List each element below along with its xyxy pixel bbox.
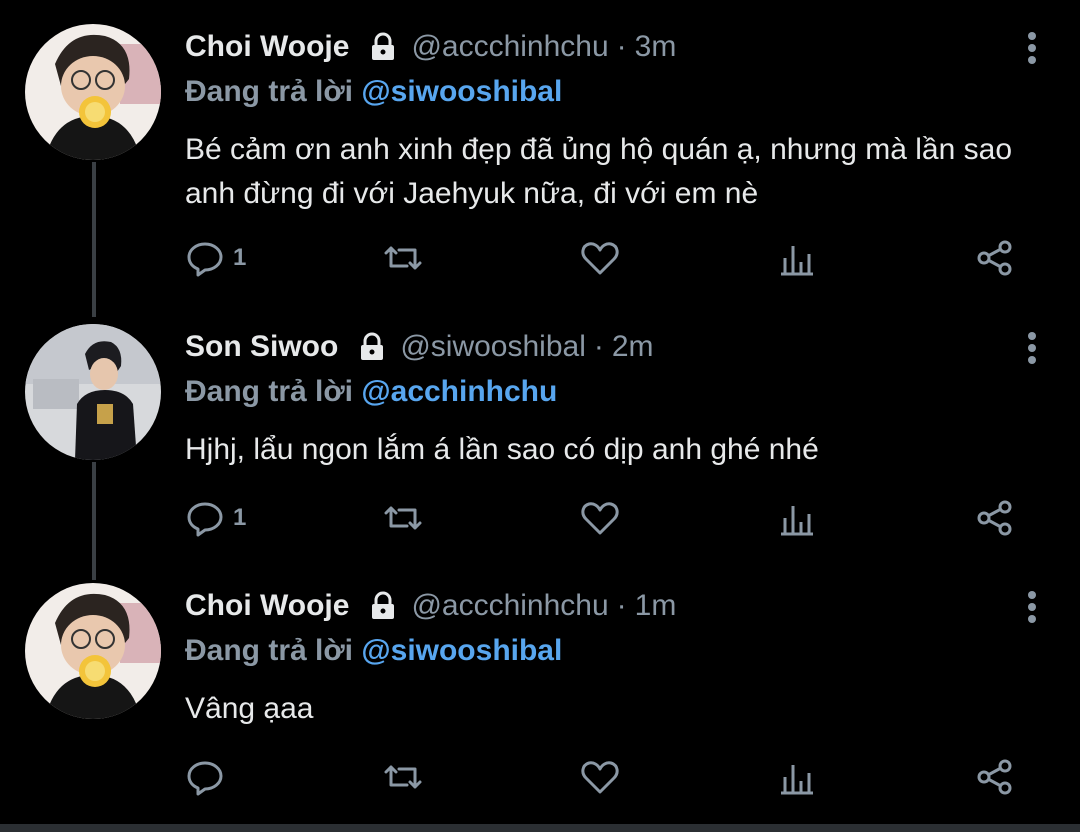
- user-handle[interactable]: @accchinhchu: [411, 30, 608, 64]
- avatar-photo-icon: [25, 324, 161, 460]
- user-handle[interactable]: @accchinhchu: [411, 589, 608, 623]
- like-button[interactable]: [580, 236, 620, 280]
- lock-icon: [361, 332, 384, 360]
- views-icon: [781, 246, 813, 276]
- share-button[interactable]: [975, 236, 1015, 280]
- reply-count: 1: [233, 244, 247, 271]
- lock-icon: [372, 591, 395, 619]
- reply-button[interactable]: 1: [185, 236, 246, 280]
- retweet-icon: [384, 506, 422, 530]
- like-button[interactable]: [580, 496, 620, 540]
- display-name[interactable]: Choi Wooje: [185, 589, 349, 623]
- views-icon: [781, 506, 813, 536]
- like-icon: [581, 242, 619, 275]
- action-bar: 1: [185, 236, 1030, 280]
- more-vertical-icon[interactable]: [1020, 28, 1044, 68]
- reply-mention-link[interactable]: @siwooshibal: [361, 634, 562, 667]
- reply-icon: [187, 761, 223, 796]
- share-button[interactable]: [975, 755, 1015, 799]
- tweet[interactable]: Choi Wooje @accchinhchu · 1m Đang trả lờ…: [0, 583, 1080, 813]
- replying-to-label: Đang trả lời: [185, 634, 354, 667]
- like-icon: [581, 761, 619, 794]
- retweet-button[interactable]: [383, 236, 423, 280]
- retweet-icon: [384, 246, 422, 270]
- separator: ·: [593, 330, 604, 363]
- reply-icon: [187, 242, 223, 277]
- tweet-header: Choi Wooje @accchinhchu · 3m: [185, 24, 1040, 70]
- timestamp[interactable]: 1m: [635, 589, 677, 623]
- avatar[interactable]: [25, 583, 161, 719]
- tweet-text: Bé cảm ơn anh xinh đẹp đã ủng hộ quán ạ,…: [185, 133, 1013, 210]
- more-vertical-icon[interactable]: [1020, 328, 1044, 368]
- timestamp[interactable]: 3m: [635, 30, 677, 64]
- bottom-divider: [0, 824, 1080, 832]
- reply-count: 1: [233, 504, 247, 531]
- replying-to: Đang trả lời @acchinhchu: [185, 370, 1040, 414]
- share-button[interactable]: [975, 496, 1015, 540]
- share-icon: [977, 759, 1012, 795]
- avatar-photo-icon: [25, 24, 161, 160]
- tweet-header: Choi Wooje @accchinhchu · 1m: [185, 583, 1040, 629]
- views-button[interactable]: [777, 496, 817, 540]
- tweet-text: Hjhj, lẩu ngon lắm á lần sao có dịp anh …: [185, 433, 819, 466]
- avatar[interactable]: [25, 24, 161, 160]
- more-vertical-icon[interactable]: [1020, 587, 1044, 627]
- views-button[interactable]: [777, 755, 817, 799]
- like-icon: [581, 502, 619, 535]
- share-icon: [977, 500, 1012, 536]
- like-button[interactable]: [580, 755, 620, 799]
- reply-mention-link[interactable]: @acchinhchu: [361, 375, 557, 408]
- replying-to: Đang trả lời @siwooshibal: [185, 629, 1040, 673]
- avatar[interactable]: [25, 324, 161, 460]
- tweet[interactable]: Son Siwoo @siwooshibal · 2m Đang trả lời…: [0, 324, 1080, 554]
- tweet-header: Son Siwoo @siwooshibal · 2m: [185, 324, 1040, 370]
- timestamp[interactable]: 2m: [612, 330, 654, 364]
- lock-icon: [372, 32, 395, 60]
- replying-to: Đang trả lời @siwooshibal: [185, 70, 1040, 114]
- reply-mention-link[interactable]: @siwooshibal: [361, 75, 562, 108]
- action-bar: 1: [185, 496, 1030, 540]
- avatar-photo-icon: [25, 583, 161, 719]
- reply-button[interactable]: [185, 755, 233, 799]
- replying-to-label: Đang trả lời: [185, 375, 354, 408]
- tweet-text: Vâng ạaa: [185, 692, 314, 725]
- display-name[interactable]: Choi Wooje: [185, 30, 349, 64]
- separator: ·: [616, 30, 627, 63]
- views-button[interactable]: [777, 236, 817, 280]
- retweet-icon: [384, 765, 422, 789]
- retweet-button[interactable]: [383, 755, 423, 799]
- action-bar: [185, 755, 1030, 799]
- separator: ·: [616, 589, 627, 622]
- tweet[interactable]: Choi Wooje @accchinhchu · 3m Đang trả lờ…: [0, 24, 1080, 294]
- user-handle[interactable]: @siwooshibal: [400, 330, 586, 364]
- reply-icon: [187, 502, 223, 537]
- display-name[interactable]: Son Siwoo: [185, 330, 338, 364]
- replying-to-label: Đang trả lời: [185, 75, 354, 108]
- share-icon: [977, 240, 1012, 276]
- views-icon: [781, 765, 813, 795]
- retweet-button[interactable]: [383, 496, 423, 540]
- reply-button[interactable]: 1: [185, 496, 246, 540]
